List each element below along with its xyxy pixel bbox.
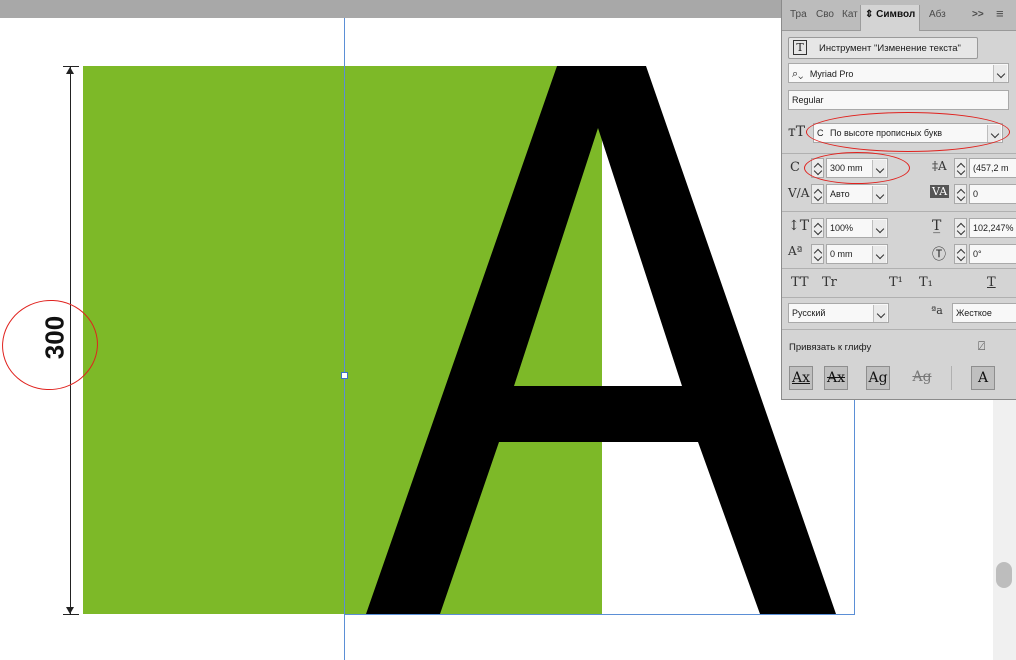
tab-paragraph[interactable]: Абз: [929, 9, 946, 25]
snap-angular-button[interactable]: A: [971, 366, 995, 390]
baseline-shift-stepper[interactable]: [811, 244, 824, 264]
font-size-icon: C: [790, 160, 800, 175]
tracking-field[interactable]: 0: [969, 184, 1016, 204]
vertical-scale-value: 100%: [830, 223, 854, 233]
divider: [782, 268, 1016, 269]
leading-value: (457,2 m: [973, 163, 1009, 173]
font-style-value: Regular: [792, 95, 824, 105]
divider: [782, 329, 1016, 330]
tracking-stepper[interactable]: [954, 184, 967, 204]
letter-a-shape: [366, 66, 836, 614]
all-caps-button[interactable]: TT: [791, 275, 809, 290]
snap-proximity-button[interactable]: Ag: [910, 366, 934, 390]
underline-button[interactable]: T: [987, 275, 996, 290]
rotation-value: 0°: [973, 249, 982, 259]
search-icon: ⌕⌄: [792, 68, 804, 80]
divider: [951, 366, 952, 390]
superscript-button[interactable]: T¹: [889, 275, 903, 290]
baseline-shift-icon: Aª: [788, 244, 803, 258]
kerning-icon: V/A: [788, 186, 810, 200]
vertical-scrollbar-track[interactable]: [993, 400, 1016, 660]
kerning-field[interactable]: Авто: [826, 184, 888, 204]
touch-type-tool-button[interactable]: T Инструмент "Изменение текста": [788, 37, 978, 59]
antialias-value: Жесткое: [956, 308, 992, 318]
divider: [782, 297, 1016, 298]
character-panel: Тра Сво Кат ⇕ Символ Абз >> ≡ T Инструме…: [781, 0, 1016, 400]
dimension-arrow-top: [66, 67, 74, 74]
annotation-circle-size-mode: [806, 112, 1010, 152]
dimension-tick-bottom: [63, 614, 79, 615]
leading-stepper[interactable]: [954, 158, 967, 178]
snap-to-glyph-label: Привязать к глифу: [789, 342, 872, 353]
chevron-down-icon[interactable]: [872, 186, 886, 203]
chevron-down-icon[interactable]: [873, 305, 887, 322]
leading-field[interactable]: (457,2 m: [969, 158, 1016, 178]
font-style-field[interactable]: Regular: [788, 90, 1009, 110]
subscript-button[interactable]: T₁: [919, 275, 933, 290]
rotation-stepper[interactable]: [954, 244, 967, 264]
touch-type-label: Инструмент "Изменение текста": [819, 43, 961, 54]
horizontal-scale-stepper[interactable]: [954, 218, 967, 238]
vertical-scale-stepper[interactable]: [811, 218, 824, 238]
kerning-value: Авто: [830, 189, 850, 199]
horizontal-scale-field[interactable]: 102,247%: [969, 218, 1016, 238]
horizontal-scale-value: 102,247%: [973, 223, 1014, 233]
artboard-bottom-edge: [344, 614, 854, 615]
baseline-shift-value: 0 mm: [830, 249, 853, 259]
vertical-scale-field[interactable]: 100%: [826, 218, 888, 238]
tracking-value: 0: [973, 189, 979, 199]
chevron-down-icon[interactable]: [872, 220, 886, 237]
kerning-stepper[interactable]: [811, 184, 824, 204]
touch-type-icon: T: [793, 40, 807, 55]
language-select[interactable]: Русский: [788, 303, 889, 323]
vertical-scale-icon: ↕T: [788, 218, 810, 234]
snap-xheight-button[interactable]: Ax: [824, 366, 848, 390]
chevron-down-icon[interactable]: [993, 65, 1007, 82]
tab-libraries[interactable]: Кат: [842, 9, 858, 25]
tracking-icon: VA: [930, 185, 950, 198]
snap-glyph-options-icon[interactable]: ⍁: [978, 339, 985, 354]
tab-character-label: Символ: [876, 9, 916, 20]
tab-character[interactable]: ⇕ Символ: [860, 5, 921, 31]
language-value: Русский: [792, 308, 826, 318]
rotation-field[interactable]: 0°: [969, 244, 1016, 264]
panel-menu-button[interactable]: ≡: [996, 6, 1004, 22]
dimension-arrow-bottom: [66, 607, 74, 614]
annotation-circle-font-size: [804, 152, 910, 184]
leading-icon: ‡A: [932, 159, 947, 173]
font-family-value: Myriad Pro: [809, 69, 854, 79]
tab-properties[interactable]: Сво: [816, 9, 834, 25]
chevron-down-icon[interactable]: [872, 246, 886, 263]
tab-transform[interactable]: Тра: [790, 9, 807, 25]
font-family-field[interactable]: ⌕⌄ Myriad Pro: [788, 63, 1009, 83]
panel-tabs: Тра Сво Кат ⇕ Символ Абз >> ≡: [782, 0, 1016, 31]
antialias-icon: ªa: [931, 304, 943, 317]
panel-collapse-button[interactable]: >>: [972, 9, 984, 25]
divider: [782, 211, 1016, 212]
horizontal-scale-icon: T̲: [932, 218, 942, 234]
vertical-scrollbar-thumb[interactable]: [996, 562, 1012, 588]
baseline-shift-field[interactable]: 0 mm: [826, 244, 888, 264]
snap-bounds-button[interactable]: Ag: [866, 366, 890, 390]
divider: [782, 153, 1016, 154]
selection-handle[interactable]: [341, 372, 348, 379]
snap-baseline-button[interactable]: Ax: [789, 366, 813, 390]
character-rotation-icon: Ⓣ: [932, 247, 946, 263]
artboard-right-edge: [854, 400, 855, 615]
tab-character-arrows-icon: ⇕: [865, 9, 874, 20]
antialias-select[interactable]: Жесткое: [952, 303, 1016, 323]
guide-vertical[interactable]: [344, 18, 345, 660]
small-caps-button[interactable]: Tr: [822, 275, 837, 290]
size-mode-icon: ᴛT: [788, 124, 806, 140]
